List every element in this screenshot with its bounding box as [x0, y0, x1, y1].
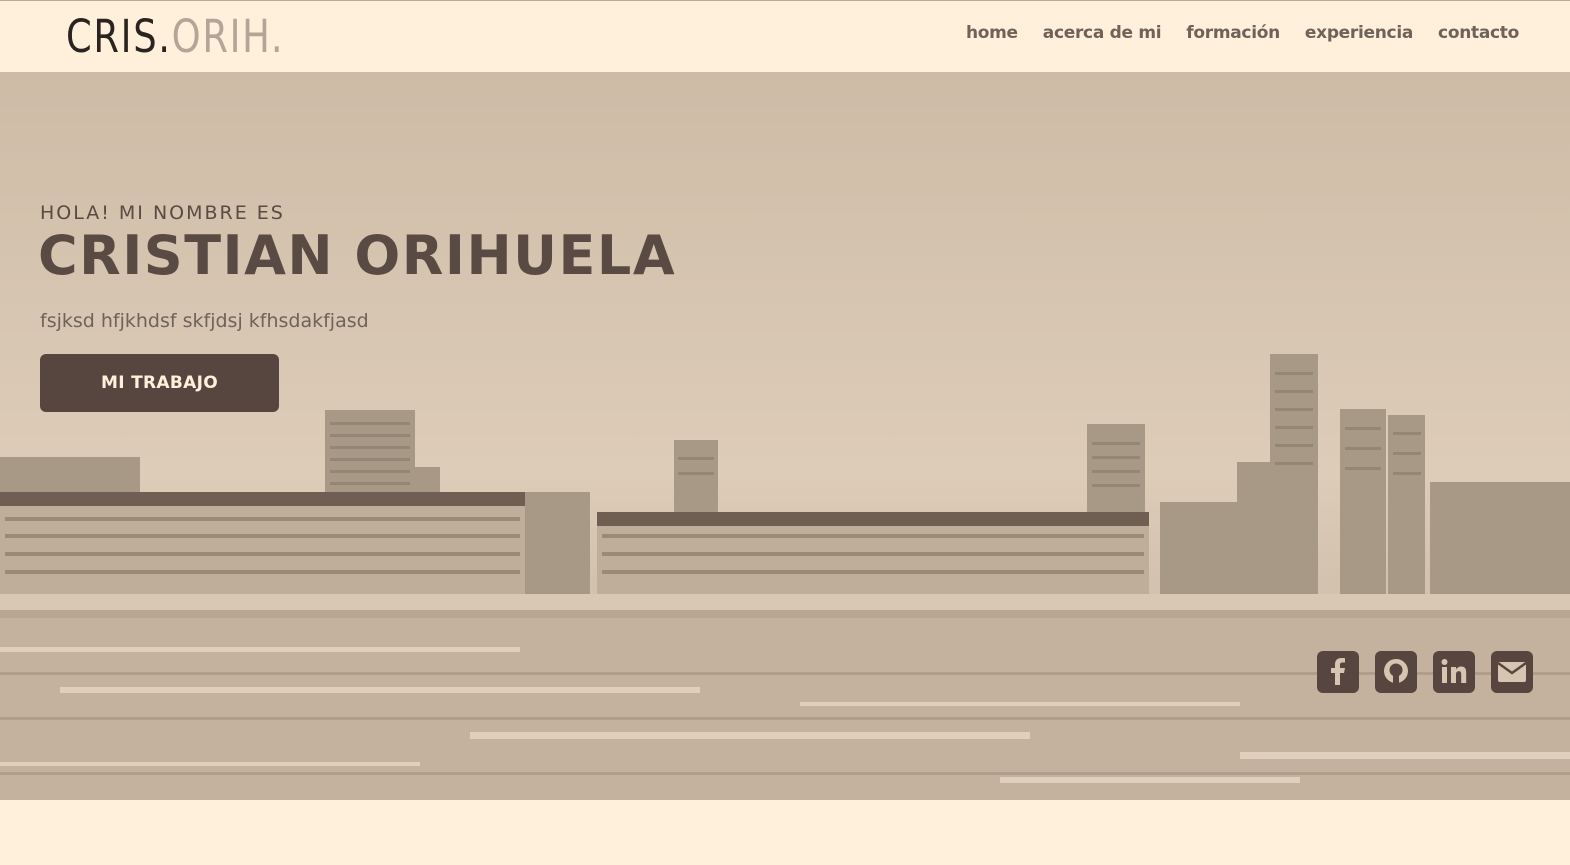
envelope-icon[interactable]	[1491, 651, 1533, 693]
facebook-icon[interactable]	[1317, 651, 1359, 693]
logo-primary: CRIS.	[66, 10, 172, 63]
social-links	[1317, 651, 1533, 693]
mi-trabajo-button[interactable]: MI TRABAJO	[40, 354, 279, 412]
hero-section: HOLA! MI NOMBRE ES CRISTIAN ORIHUELA fsj…	[0, 72, 1570, 800]
site-header: CRIS.ORIH. home acerca de mi formación e…	[0, 0, 1570, 72]
nav-contacto[interactable]: contacto	[1438, 23, 1519, 43]
github-icon[interactable]	[1375, 651, 1417, 693]
main-nav: home acerca de mi formación experiencia …	[966, 19, 1519, 47]
nav-experiencia[interactable]: experiencia	[1305, 23, 1413, 43]
nav-formacion[interactable]: formación	[1186, 23, 1280, 43]
linkedin-icon[interactable]	[1433, 651, 1475, 693]
nav-home[interactable]: home	[966, 23, 1018, 43]
hero-name: CRISTIAN ORIHUELA	[38, 224, 677, 287]
hero-greeting: HOLA! MI NOMBRE ES	[40, 202, 285, 224]
logo-secondary: ORIH.	[171, 10, 285, 63]
nav-acerca[interactable]: acerca de mi	[1043, 23, 1162, 43]
logo[interactable]: CRIS.ORIH.	[66, 9, 284, 65]
below-hero-band	[0, 800, 1570, 865]
hero-subtitle: fsjksd hfjkhdsf skfjdsj kfhsdakfjasd	[40, 310, 369, 332]
